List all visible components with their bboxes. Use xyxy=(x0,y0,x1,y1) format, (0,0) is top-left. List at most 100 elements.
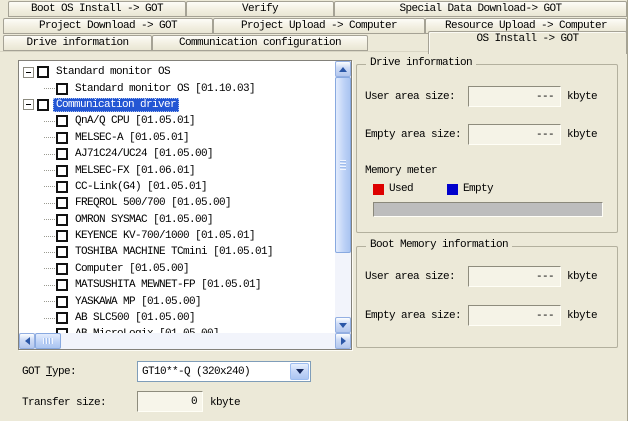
tree-item[interactable]: KEYENCE KV-700/1000 [01.05.01] xyxy=(22,228,335,244)
checkbox[interactable] xyxy=(56,214,68,226)
scroll-down-button[interactable] xyxy=(335,317,351,333)
tree-connector xyxy=(44,203,55,204)
tab-project-download[interactable]: Project Download -> GOT xyxy=(3,18,213,34)
tree-item-standard-monitor-os-group[interactable]: Standard monitor OS xyxy=(22,64,335,80)
horizontal-scrollbar[interactable] xyxy=(19,333,351,349)
user-area-size-label: User area size: xyxy=(365,91,468,103)
user-area-size-field: --- xyxy=(468,86,561,107)
tree-item-label: AB SLC500 [01.05.00] xyxy=(72,311,198,325)
memory-meter-legend: Used Empty xyxy=(373,183,493,195)
used-color-swatch xyxy=(373,184,384,195)
got-type-label: GOT Type: xyxy=(22,366,76,378)
got-type-value: GT10**-Q (320x240) xyxy=(142,364,250,380)
got-type-combobox[interactable]: GT10**-Q (320x240) xyxy=(137,361,311,382)
tree-item[interactable]: MELSEC-A [01.05.01] xyxy=(22,130,335,146)
tree-item[interactable]: AJ71C24/UC24 [01.05.00] xyxy=(22,146,335,162)
tree-item[interactable]: MELSEC-FX [01.06.01] xyxy=(22,162,335,178)
transfer-size-unit: kbyte xyxy=(210,397,240,409)
checkbox[interactable] xyxy=(37,66,49,78)
dialog-body: Boot OS Install -> GOT Verify Special Da… xyxy=(0,0,628,421)
tree-item[interactable]: OMRON SYSMAC [01.05.00] xyxy=(22,212,335,228)
tree-item-partially-visible[interactable]: AB MicroLogix [01.05.00] xyxy=(22,326,335,333)
tree-item[interactable]: YASKAWA MP [01.05.00] xyxy=(22,293,335,309)
combobox-dropdown-button[interactable] xyxy=(290,363,309,380)
tab-boot-os-install[interactable]: Boot OS Install -> GOT xyxy=(8,1,186,17)
checkbox[interactable] xyxy=(37,99,49,111)
boot-user-area-size-unit: kbyte xyxy=(567,271,597,283)
checkbox[interactable] xyxy=(56,296,68,308)
tree-item-communication-driver-group[interactable]: Communication driver xyxy=(22,97,335,113)
arrow-left-icon xyxy=(25,337,30,345)
tree-connector xyxy=(44,285,55,286)
tab-communication-config[interactable]: Communication configuration xyxy=(152,35,368,51)
checkbox[interactable] xyxy=(56,246,68,258)
checkbox[interactable] xyxy=(56,83,68,95)
tree-item[interactable]: CC-Link(G4) [01.05.01] xyxy=(22,179,335,195)
arrow-right-icon xyxy=(341,337,346,345)
boot-user-area-size-label: User area size: xyxy=(365,271,468,283)
tab-special-data-download[interactable]: Special Data Download-> GOT xyxy=(334,1,627,17)
boot-empty-area-size-label: Empty area size: xyxy=(365,310,468,322)
checkbox[interactable] xyxy=(56,132,68,144)
empty-area-size-row: Empty area size: --- kbyte xyxy=(365,123,611,146)
user-area-size-unit: kbyte xyxy=(567,91,597,103)
vertical-scrollbar[interactable] xyxy=(335,61,351,333)
tree-item[interactable]: Standard monitor OS [01.10.03] xyxy=(22,80,335,96)
used-label: Used xyxy=(389,183,413,195)
checkbox[interactable] xyxy=(56,312,68,324)
tab-verify[interactable]: Verify xyxy=(186,1,334,17)
scroll-left-button[interactable] xyxy=(19,333,35,349)
drive-information-title: Drive information xyxy=(366,57,476,69)
tree-item-label: Standard monitor OS [01.10.03] xyxy=(72,82,258,96)
collapse-icon[interactable] xyxy=(23,67,34,78)
vertical-scrollbar-thumb[interactable] xyxy=(335,77,351,253)
tree-connector xyxy=(44,88,55,89)
tree-item[interactable]: FREQROL 500/700 [01.05.00] xyxy=(22,195,335,211)
boot-memory-information-group: Boot Memory information User area size: … xyxy=(356,246,618,348)
boot-memory-information-title: Boot Memory information xyxy=(366,239,512,251)
checkbox[interactable] xyxy=(56,115,68,127)
transfer-size-label: Transfer size: xyxy=(22,397,106,409)
checkbox[interactable] xyxy=(56,181,68,193)
os-tree: Standard monitor OS Standard monitor OS … xyxy=(18,60,352,350)
user-area-size-value: --- xyxy=(536,91,554,103)
tree-connector xyxy=(44,318,55,319)
tab-project-upload[interactable]: Project Upload -> Computer xyxy=(213,18,425,34)
tree-item[interactable]: Computer [01.05.00] xyxy=(22,261,335,277)
memory-meter-label: Memory meter xyxy=(365,165,437,177)
tree-item-label: MELSEC-FX [01.06.01] xyxy=(72,164,198,178)
checkbox[interactable] xyxy=(56,230,68,242)
collapse-icon[interactable] xyxy=(23,99,34,110)
tree-connector xyxy=(44,154,55,155)
tree-connector xyxy=(44,219,55,220)
tree-connector xyxy=(44,301,55,302)
tree-item-label: OMRON SYSMAC [01.05.00] xyxy=(72,213,216,227)
boot-user-area-size-value: --- xyxy=(536,271,554,283)
checkbox[interactable] xyxy=(56,197,68,209)
horizontal-scrollbar-thumb[interactable] xyxy=(35,333,61,349)
tree-item[interactable]: QnA/Q CPU [01.05.01] xyxy=(22,113,335,129)
checkbox[interactable] xyxy=(56,263,68,275)
os-tree-viewport: Standard monitor OS Standard monitor OS … xyxy=(19,61,335,333)
tree-item[interactable]: AB SLC500 [01.05.00] xyxy=(22,310,335,326)
tree-connector xyxy=(44,137,55,138)
transfer-size-value: 0 xyxy=(191,396,197,408)
tree-item-label: QnA/Q CPU [01.05.01] xyxy=(72,114,198,128)
scroll-right-button[interactable] xyxy=(335,333,351,349)
empty-area-size-field: --- xyxy=(468,124,561,145)
tree-connector xyxy=(44,236,55,237)
empty-area-size-unit: kbyte xyxy=(567,129,597,141)
tree-item-label: MATSUSHITA MEWNET-FP [01.05.01] xyxy=(72,278,264,292)
tree-connector xyxy=(44,268,55,269)
tree-item[interactable]: MATSUSHITA MEWNET-FP [01.05.01] xyxy=(22,277,335,293)
checkbox[interactable] xyxy=(56,148,68,160)
memory-meter-bar xyxy=(373,202,603,217)
tree-item-label: FREQROL 500/700 [01.05.00] xyxy=(72,196,234,210)
checkbox[interactable] xyxy=(56,165,68,177)
scroll-up-button[interactable] xyxy=(335,61,351,77)
checkbox[interactable] xyxy=(56,279,68,291)
empty-area-size-value: --- xyxy=(536,129,554,141)
tree-item[interactable]: TOSHIBA MACHINE TCmini [01.05.01] xyxy=(22,244,335,260)
tab-drive-information[interactable]: Drive information xyxy=(3,35,152,51)
tab-os-install-active[interactable]: OS Install -> GOT xyxy=(428,31,627,54)
